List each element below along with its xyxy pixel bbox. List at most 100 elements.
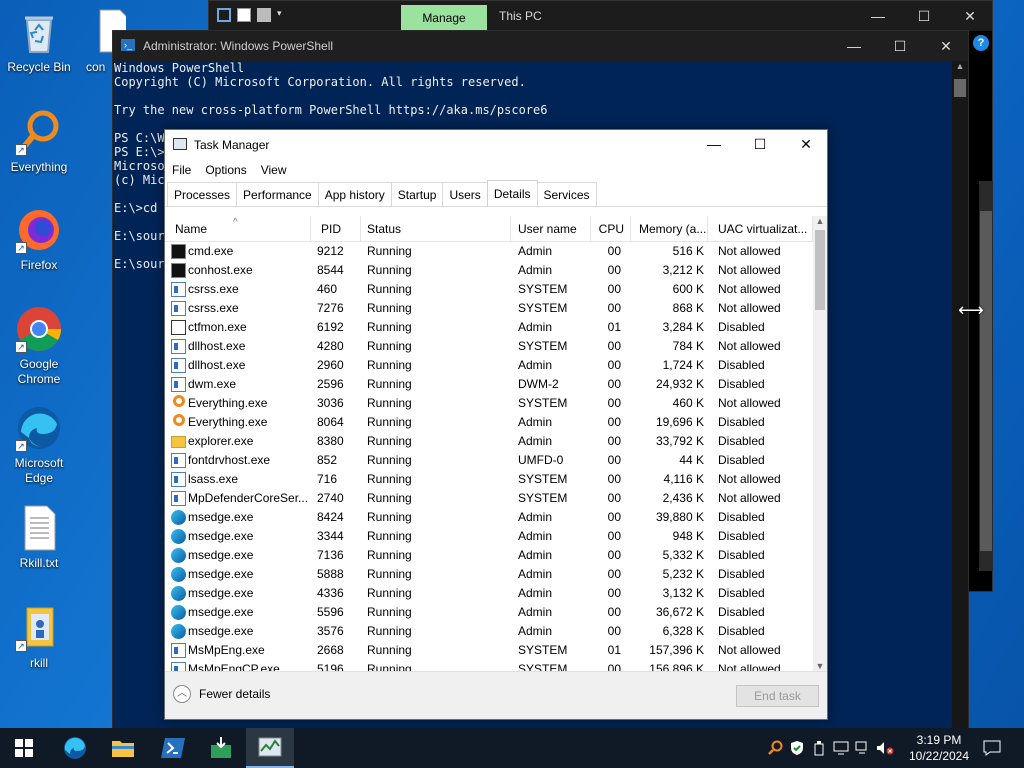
taskbar-file-explorer[interactable] xyxy=(99,728,147,768)
taskbar-edge[interactable] xyxy=(51,728,99,768)
tab-app-history[interactable]: App history xyxy=(317,182,392,206)
defender-shield-icon[interactable] xyxy=(786,728,808,768)
help-icon[interactable]: ? xyxy=(973,35,989,51)
computer-icon[interactable] xyxy=(217,8,231,22)
desktop-icon-recycle-bin[interactable]: Recycle Bin xyxy=(1,8,77,75)
cell-user: Admin xyxy=(518,244,553,258)
scroll-up-icon[interactable]: ▲ xyxy=(813,216,827,226)
table-row[interactable]: dllhost.exe 2960 Running Admin 00 1,724 K Disa… xyxy=(165,356,813,375)
desktop-icon-firefox[interactable]: ↗ Firefox xyxy=(1,206,77,273)
table-row[interactable]: MpDefenderCoreSer... 2740 Running SYSTEM 00 2… xyxy=(165,489,813,508)
action-center-button[interactable] xyxy=(978,728,1006,768)
window-icon xyxy=(171,643,186,658)
folder-icon xyxy=(112,741,134,757)
cell-uac: Disabled xyxy=(718,415,765,429)
table-row[interactable]: fontdrvhost.exe 852 Running UMFD-0 00 44 K Dis… xyxy=(165,451,813,470)
task-manager-footer: ︿ Fewer details End task xyxy=(165,671,827,719)
properties-icon[interactable] xyxy=(237,8,251,22)
table-row[interactable]: dwm.exe 2596 Running DWM-2 00 24,932 K Disable… xyxy=(165,375,813,394)
usb-device-icon[interactable] xyxy=(808,728,830,768)
table-row[interactable]: Everything.exe 8064 Running Admin 00 19,696 K… xyxy=(165,413,813,432)
menu-file[interactable]: File xyxy=(172,159,191,181)
tab-users[interactable]: Users xyxy=(442,182,488,206)
taskbar-clock[interactable]: 3:19 PM 10/22/2024 xyxy=(904,732,974,764)
column-header-pid[interactable]: PID xyxy=(311,216,361,242)
close-button[interactable]: ✕ xyxy=(923,31,969,61)
table-row[interactable]: MsMpEngCP.exe 5196 Running SYSTEM 00 156,896 … xyxy=(165,660,813,671)
new-folder-icon[interactable] xyxy=(257,8,271,22)
fewer-details-button[interactable]: ︿ Fewer details xyxy=(173,685,270,703)
minimize-button[interactable]: — xyxy=(691,130,737,159)
explorer-titlebar: ▾ Manage This PC — ☐ ✕ xyxy=(209,1,992,31)
cell-mem: 19,696 K xyxy=(655,415,704,429)
tab-performance[interactable]: Performance xyxy=(236,182,319,206)
network-icon[interactable] xyxy=(852,728,874,768)
table-row[interactable]: ctfmon.exe 6192 Running Admin 01 3,284 K Disab… xyxy=(165,318,813,337)
manage-tab[interactable]: Manage xyxy=(401,5,487,31)
column-header-user-name[interactable]: User name xyxy=(508,216,591,242)
scroll-down-icon[interactable]: ▼ xyxy=(813,661,827,671)
table-row[interactable]: Everything.exe 3036 Running SYSTEM 00 460 K No… xyxy=(165,394,813,413)
scroll-up-icon[interactable]: ▲ xyxy=(952,61,968,77)
tab-startup[interactable]: Startup xyxy=(390,182,444,206)
column-header-cpu[interactable]: CPU xyxy=(591,216,631,242)
taskbar-powershell[interactable] xyxy=(149,728,197,768)
start-button[interactable] xyxy=(0,728,48,768)
table-row[interactable]: csrss.exe 460 Running SYSTEM 00 600 K Not allo… xyxy=(165,280,813,299)
column-header-name[interactable]: Name ^ xyxy=(165,216,311,242)
everything-tray-icon[interactable] xyxy=(764,728,786,768)
table-row[interactable]: msedge.exe 5596 Running Admin 00 36,672 K Disa… xyxy=(165,603,813,622)
minimize-button[interactable]: — xyxy=(831,31,877,61)
close-button[interactable]: ✕ xyxy=(783,130,829,159)
desktop-icon-rkill[interactable]: ↗ rkill xyxy=(1,604,77,671)
column-header-memory[interactable]: Memory (a... xyxy=(629,216,708,242)
menu-options[interactable]: Options xyxy=(205,159,246,181)
scrollbar-thumb[interactable] xyxy=(980,211,992,551)
tab-processes[interactable]: Processes xyxy=(167,182,238,206)
table-row[interactable]: lsass.exe 716 Running SYSTEM 00 4,116 K Not al… xyxy=(165,470,813,489)
tab-details[interactable]: Details xyxy=(486,180,538,206)
desktop-icon-everything[interactable]: ↗ Everything xyxy=(1,108,77,175)
end-task-button[interactable]: End task xyxy=(736,685,819,707)
display-icon[interactable] xyxy=(830,728,852,768)
volume-muted-icon[interactable] xyxy=(874,728,896,768)
minimize-button[interactable]: — xyxy=(855,1,901,31)
tab-services[interactable]: Services xyxy=(536,182,597,206)
cell-status: Running xyxy=(367,605,412,619)
cell-pid: 852 xyxy=(317,453,338,467)
desktop-icon-rkill-txt[interactable]: Rkill.txt xyxy=(1,504,77,571)
table-row[interactable]: cmd.exe 9212 Running Admin 00 516 K Not allowe… xyxy=(165,242,813,261)
task-manager-window: Task Manager — ☐ ✕ File Options View Pro… xyxy=(164,129,828,720)
cell-status: Running xyxy=(367,320,412,334)
table-row[interactable]: csrss.exe 7276 Running SYSTEM 00 868 K Not all… xyxy=(165,299,813,318)
table-row[interactable]: msedge.exe 4336 Running Admin 00 3,132 K Disab… xyxy=(165,584,813,603)
maximize-button[interactable]: ☐ xyxy=(901,1,947,31)
table-scrollbar[interactable]: ▲ ▼ xyxy=(813,216,827,671)
table-row[interactable]: msedge.exe 7136 Running Admin 00 5,332 K Disab… xyxy=(165,546,813,565)
desktop-icon-google-chrome[interactable]: ↗ Google Chrome xyxy=(1,305,77,387)
scrollbar-thumb[interactable] xyxy=(954,79,966,97)
cell-mem: 600 K xyxy=(672,282,704,296)
table-row[interactable]: msedge.exe 8424 Running Admin 00 39,880 K Disa… xyxy=(165,508,813,527)
scrollbar-thumb[interactable] xyxy=(815,230,825,310)
table-row[interactable]: msedge.exe 3576 Running Admin 00 6,328 K Disab… xyxy=(165,622,813,641)
maximize-button[interactable]: ☐ xyxy=(877,31,923,61)
maximize-button[interactable]: ☐ xyxy=(737,130,783,159)
taskbar-store-app[interactable] xyxy=(197,728,245,768)
table-row[interactable]: msedge.exe 3344 Running Admin 00 948 K Disable… xyxy=(165,527,813,546)
close-button[interactable]: ✕ xyxy=(947,1,993,31)
table-row[interactable]: MsMpEng.exe 2668 Running SYSTEM 01 157,396 K N… xyxy=(165,641,813,660)
table-row[interactable]: conhost.exe 8544 Running Admin 00 3,212 K Not … xyxy=(165,261,813,280)
desktop-icon-microsoft-edge[interactable]: ↗ Microsoft Edge xyxy=(1,404,77,486)
column-header-status[interactable]: Status xyxy=(357,216,511,242)
powershell-scrollbar[interactable]: ▲ xyxy=(952,61,968,729)
explorer-scrollbar[interactable] xyxy=(979,181,993,571)
table-row[interactable]: explorer.exe 8380 Running Admin 00 33,792 K Di… xyxy=(165,432,813,451)
table-row[interactable]: msedge.exe 5888 Running Admin 00 5,232 K Disab… xyxy=(165,565,813,584)
column-header-uac[interactable]: UAC virtualizat... xyxy=(708,216,813,242)
menu-view[interactable]: View xyxy=(261,159,287,181)
taskbar-task-manager[interactable] xyxy=(246,728,294,768)
cell-pid: 7276 xyxy=(317,301,344,315)
customize-qat-icon[interactable]: ▾ xyxy=(277,8,287,22)
table-row[interactable]: dllhost.exe 4280 Running SYSTEM 00 784 K Not a… xyxy=(165,337,813,356)
